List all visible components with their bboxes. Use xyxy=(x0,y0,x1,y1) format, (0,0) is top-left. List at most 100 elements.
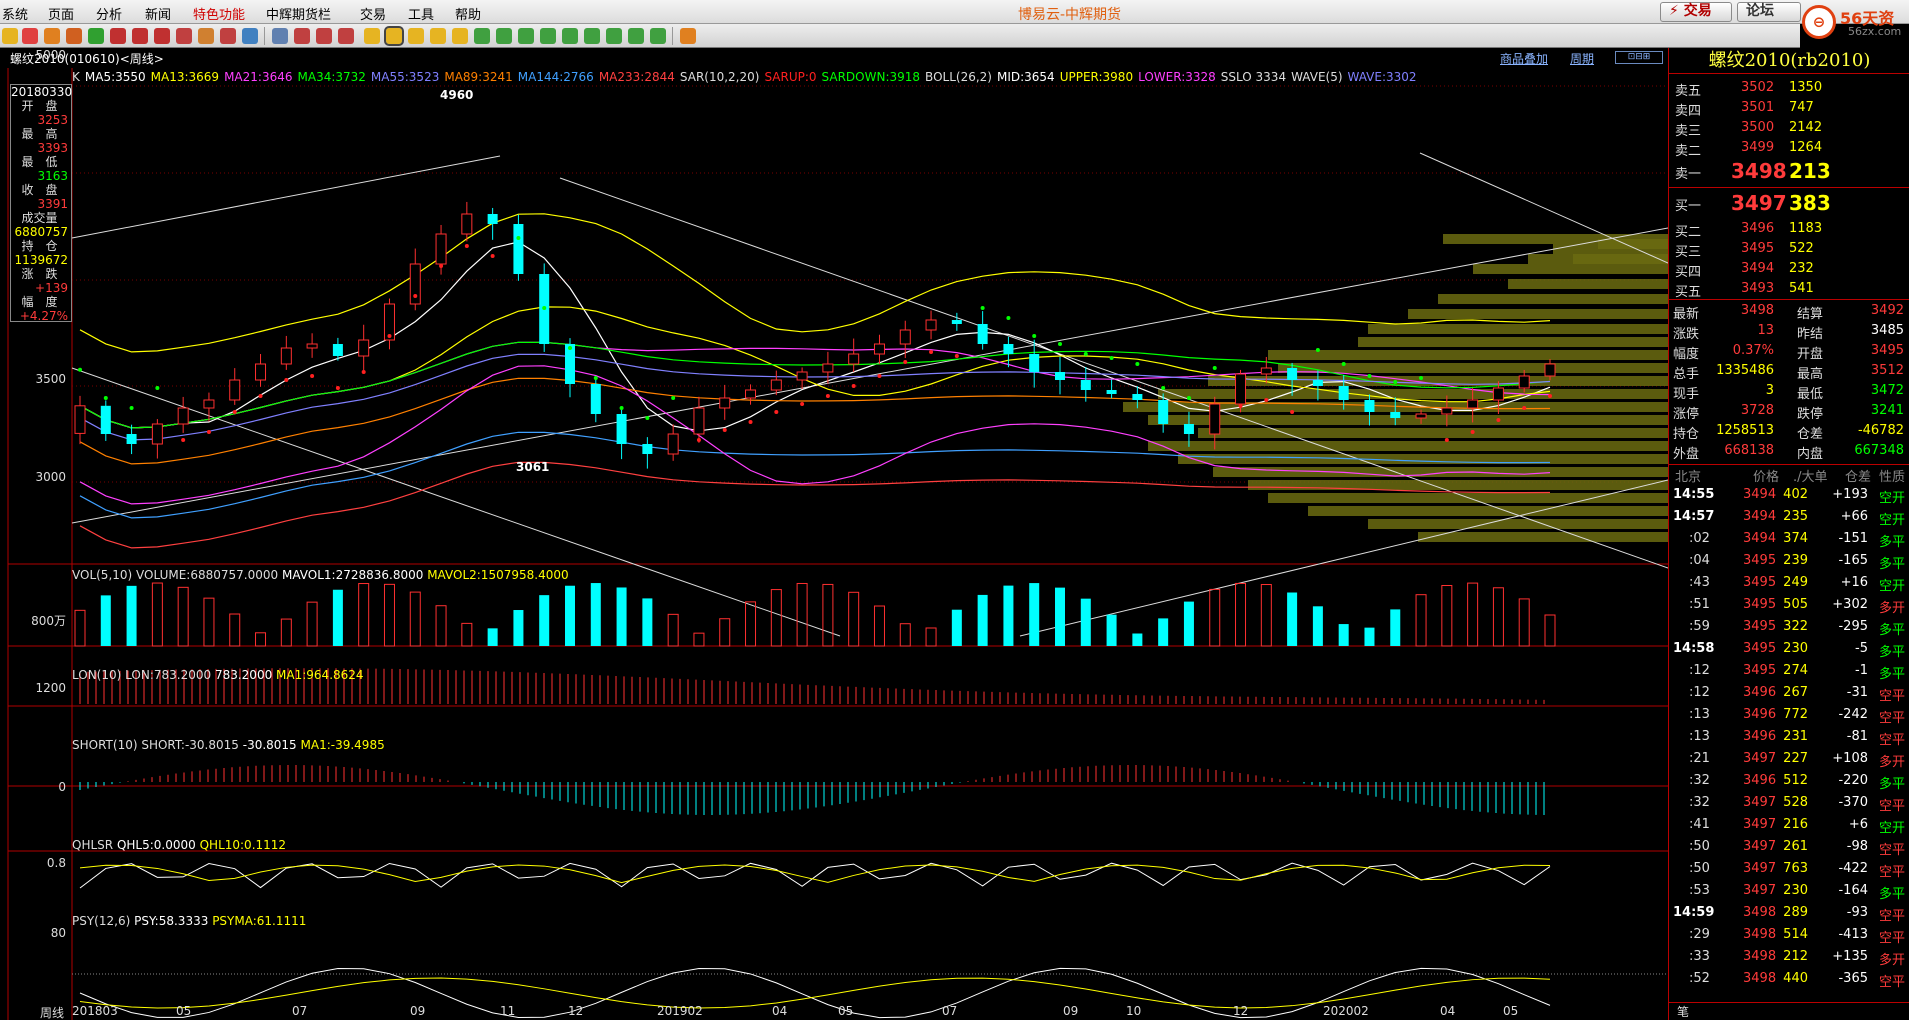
pen-icon[interactable] xyxy=(176,28,192,44)
sar-dot xyxy=(1341,362,1346,366)
tick-row[interactable]: :50 3497 763 -422 空平 xyxy=(1669,858,1909,880)
ask-row[interactable]: 卖一 3498 213 xyxy=(1669,158,1909,184)
kline-chart[interactable] xyxy=(0,68,1668,1020)
bar-chart-icon[interactable] xyxy=(316,28,332,44)
menu-news[interactable]: 新闻 xyxy=(145,4,171,23)
period-60min-icon[interactable] xyxy=(584,28,600,44)
search-icon[interactable] xyxy=(154,28,170,44)
qhl10-line xyxy=(79,864,1551,884)
stat-label: 开盘 xyxy=(1797,347,1824,362)
new-icon[interactable] xyxy=(242,28,258,44)
tick-row[interactable]: :32 3497 528 -370 空平 xyxy=(1669,792,1909,814)
tick-row[interactable]: :12 3495 274 -1 多平 xyxy=(1669,660,1909,682)
tick-row[interactable]: 14:59 3498 289 -93 空平 xyxy=(1669,902,1909,924)
tick-row[interactable]: :43 3495 249 +16 空开 xyxy=(1669,572,1909,594)
forum-button[interactable]: 论坛 xyxy=(1737,2,1801,22)
toolbar xyxy=(0,24,1800,48)
calculator-icon[interactable] xyxy=(680,28,696,44)
zoom-out-icon[interactable] xyxy=(132,28,148,44)
bid-row[interactable]: 买五 3493 541 xyxy=(1669,278,1909,300)
candle-body xyxy=(1467,399,1479,409)
tick-row[interactable]: :13 3496 772 -242 空平 xyxy=(1669,704,1909,726)
menu-zhonghui[interactable]: 中辉期货栏 xyxy=(266,4,331,23)
window-mode-icon[interactable]: ⊡⊟⊞ xyxy=(1615,51,1663,64)
table-icon[interactable] xyxy=(272,28,288,44)
short-value2: -30.8015 xyxy=(242,738,297,752)
tick-row[interactable]: :53 3497 230 -164 多平 xyxy=(1669,880,1909,902)
ask-price: 3499 xyxy=(1741,140,1775,155)
menu-tools[interactable]: 工具 xyxy=(408,4,434,23)
news-icon[interactable] xyxy=(44,28,60,44)
period-15min-icon[interactable] xyxy=(540,28,556,44)
candle-body xyxy=(1415,413,1427,419)
tick-oi: -422 xyxy=(1838,861,1868,876)
menu-system[interactable]: 系统 xyxy=(2,4,28,23)
tick-row[interactable]: :04 3495 239 -165 多平 xyxy=(1669,550,1909,572)
period-week-icon[interactable] xyxy=(384,26,404,46)
tick-row[interactable]: :12 3496 267 -31 空平 xyxy=(1669,682,1909,704)
bid-row[interactable]: 买四 3494 232 xyxy=(1669,258,1909,280)
tick-row[interactable]: :50 3497 261 -98 空平 xyxy=(1669,836,1909,858)
period-day-icon[interactable] xyxy=(364,28,380,44)
trade-button[interactable]: ⚡ 交易 xyxy=(1660,2,1732,22)
zoom-in-icon[interactable] xyxy=(110,28,126,44)
menu-analysis[interactable]: 分析 xyxy=(96,4,122,23)
tick-oi: -413 xyxy=(1838,927,1868,942)
sar-dot xyxy=(1367,374,1372,378)
ask-row[interactable]: 卖三 3500 2142 xyxy=(1669,117,1909,139)
folder-icon[interactable] xyxy=(2,28,18,44)
tick-row[interactable]: :41 3497 216 +6 空开 xyxy=(1669,814,1909,836)
lock-icon[interactable] xyxy=(198,28,214,44)
period-4h-icon[interactable] xyxy=(628,28,644,44)
period-3min-icon[interactable] xyxy=(496,28,512,44)
tick-row[interactable]: :52 3498 440 -365 空平 xyxy=(1669,968,1909,990)
logo: ⊖ 56天资 56zx.com xyxy=(1800,1,1909,41)
line-chart-icon[interactable] xyxy=(338,28,354,44)
period-30min-icon[interactable] xyxy=(562,28,578,44)
short-legend: SHORT(10) SHORT:-30.8015 -30.8015 MA1:-3… xyxy=(72,738,385,752)
period-custom-icon[interactable] xyxy=(650,28,666,44)
tick-row[interactable]: :21 3497 227 +108 多开 xyxy=(1669,748,1909,770)
tick-row[interactable]: 14:57 3494 235 +66 空开 xyxy=(1669,506,1909,528)
tick-row[interactable]: :59 3495 322 -295 多平 xyxy=(1669,616,1909,638)
tick-row[interactable]: 14:58 3495 230 -5 多平 xyxy=(1669,638,1909,660)
period-link[interactable]: 周期 xyxy=(1570,50,1594,67)
tick-time: :02 xyxy=(1689,531,1710,546)
report-icon[interactable] xyxy=(66,28,82,44)
bid-row[interactable]: 买一 3497 383 xyxy=(1669,190,1909,216)
period-quarter-icon[interactable] xyxy=(430,28,446,44)
period-year-icon[interactable] xyxy=(452,28,468,44)
refresh-icon[interactable] xyxy=(88,28,104,44)
chart-icon[interactable] xyxy=(294,28,310,44)
tick-row[interactable]: :51 3495 505 +302 多开 xyxy=(1669,594,1909,616)
ask-row[interactable]: 卖五 3502 1350 xyxy=(1669,77,1909,99)
stat-label: 现手 xyxy=(1673,387,1700,402)
tick-row[interactable]: 14:55 3494 402 +193 空开 xyxy=(1669,484,1909,506)
stat-label: 总手 xyxy=(1673,367,1700,382)
tick-oi: -1 xyxy=(1855,663,1868,678)
menu-trade[interactable]: 交易 xyxy=(360,4,386,23)
ask-row[interactable]: 卖二 3499 1264 xyxy=(1669,137,1909,159)
menu-help[interactable]: 帮助 xyxy=(455,4,481,23)
volume-bar xyxy=(1055,587,1065,646)
tick-row[interactable]: :32 3496 512 -220 多平 xyxy=(1669,770,1909,792)
period-month-icon[interactable] xyxy=(408,28,424,44)
tick-header-oi: 仓差 xyxy=(1845,470,1872,485)
bid-row[interactable]: 买三 3495 522 xyxy=(1669,238,1909,260)
tick-row[interactable]: :02 3494 374 -151 多平 xyxy=(1669,528,1909,550)
tick-row[interactable]: :33 3498 212 +135 多开 xyxy=(1669,946,1909,968)
overlay-link[interactable]: 商品叠加 xyxy=(1500,50,1548,67)
period-1min-icon[interactable] xyxy=(474,28,490,44)
filter-icon[interactable] xyxy=(220,28,236,44)
period-5min-icon[interactable] xyxy=(518,28,534,44)
bid-row[interactable]: 买二 3496 1183 xyxy=(1669,218,1909,240)
menu-features[interactable]: 特色功能 xyxy=(193,4,245,23)
ask-row[interactable]: 卖四 3501 747 xyxy=(1669,97,1909,119)
tick-row[interactable]: :13 3496 231 -81 空平 xyxy=(1669,726,1909,748)
info-volume: 6880757 xyxy=(14,225,68,239)
tick-row[interactable]: :29 3498 514 -413 空平 xyxy=(1669,924,1909,946)
home-icon[interactable] xyxy=(22,28,38,44)
period-2h-icon[interactable] xyxy=(606,28,622,44)
menu-page[interactable]: 页面 xyxy=(48,4,74,23)
stat-value: 3492 xyxy=(1870,303,1904,318)
